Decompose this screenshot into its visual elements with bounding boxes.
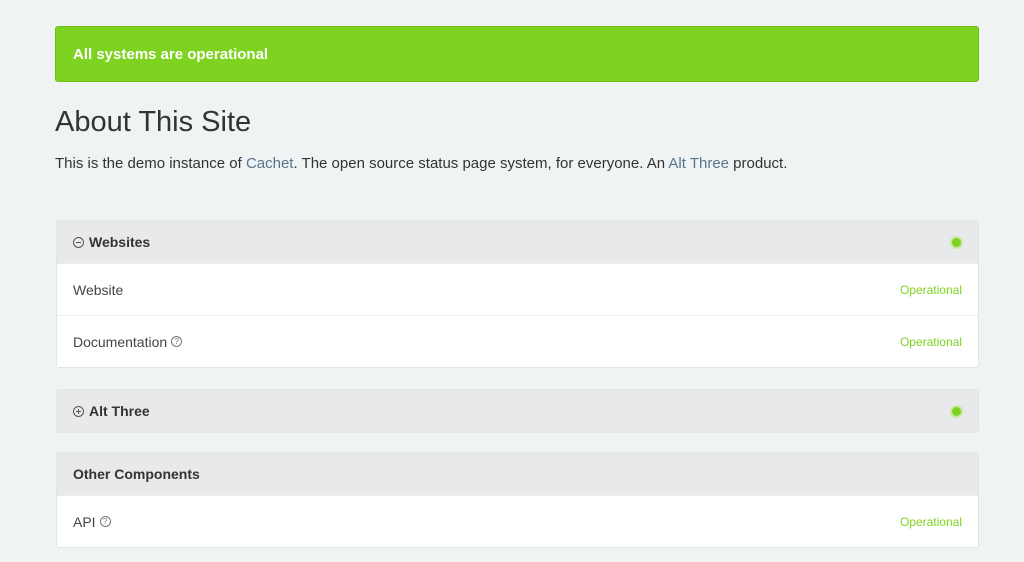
component-group-other: Other Components API? Operational xyxy=(56,452,979,548)
group-name: Websites xyxy=(89,234,151,250)
group-header-alt-three[interactable]: Alt Three xyxy=(57,390,978,432)
component-group-alt-three: Alt Three xyxy=(56,389,979,433)
component-name: Documentation xyxy=(73,333,168,350)
cachet-link[interactable]: Cachet xyxy=(246,155,294,172)
question-circle-icon[interactable]: ? xyxy=(99,516,111,527)
group-header-other-components: Other Components xyxy=(57,453,978,495)
question-circle-icon[interactable]: ? xyxy=(171,336,183,347)
component-name: Website xyxy=(73,281,124,298)
component-status: Operational xyxy=(899,334,962,349)
component-row-api: API? Operational xyxy=(57,495,978,547)
alt-three-link[interactable]: Alt Three xyxy=(668,155,729,172)
group-header-websites[interactable]: Websites xyxy=(57,221,978,263)
component-status: Operational xyxy=(899,514,962,529)
about-description: This is the demo instance of Cachet. The… xyxy=(55,154,979,174)
system-status-text: All systems are operational xyxy=(73,45,269,63)
status-dot-icon xyxy=(952,237,961,247)
page-container: All systems are operational About This S… xyxy=(55,26,979,174)
group-name: Alt Three xyxy=(89,403,150,419)
plus-circle-icon[interactable] xyxy=(73,405,84,417)
component-group-websites: Websites Website Operational Documentati… xyxy=(56,220,979,368)
component-row-website: Website Operational xyxy=(57,263,978,315)
about-title: About This Site xyxy=(55,106,252,138)
system-status-banner: All systems are operational xyxy=(55,26,979,82)
about-text-start: This is the demo instance of xyxy=(55,155,246,172)
status-dot-icon xyxy=(952,406,961,416)
about-text-middle: . The open source status page system, fo… xyxy=(293,155,669,172)
component-status: Operational xyxy=(899,282,962,297)
group-name: Other Components xyxy=(73,466,200,482)
component-row-documentation: Documentation? Operational xyxy=(57,315,978,367)
minus-circle-icon[interactable] xyxy=(73,236,84,248)
component-name: API xyxy=(73,513,96,530)
about-text-end: product. xyxy=(729,155,788,172)
